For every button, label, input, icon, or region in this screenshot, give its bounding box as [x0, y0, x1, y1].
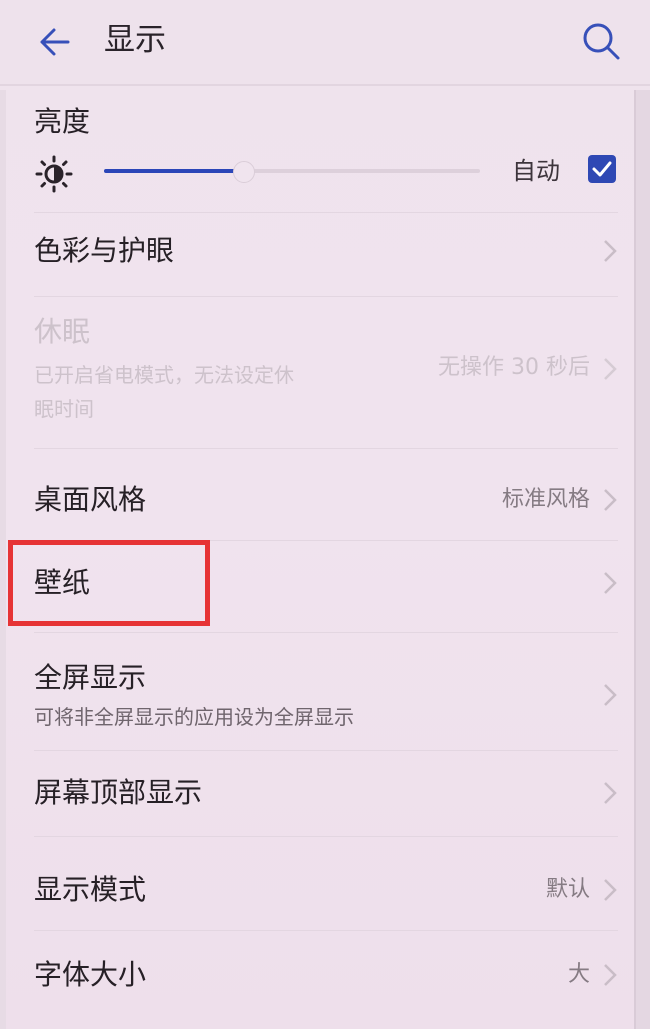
setting-item-label: 字体大小: [34, 958, 147, 991]
settings-screen: 显示 亮度 自动 色彩与护眼 休眠 已开启省电模式，无法设定休 眠时间 无操作 …: [0, 0, 650, 1029]
divider: [34, 296, 618, 297]
setting-item-label: 色彩与护眼: [34, 234, 175, 267]
setting-item-value: 标准风格: [501, 487, 590, 512]
chevron-right-icon: [604, 572, 617, 594]
sun-icon: [35, 155, 73, 193]
divider: [34, 632, 618, 633]
setting-item-label: 休眠: [34, 315, 91, 348]
brightness-label: 亮度: [34, 105, 91, 138]
page-title: 显示: [104, 22, 166, 58]
divider: [34, 448, 618, 449]
divider: [34, 836, 618, 837]
setting-item-subtitle: 已开启省电模式，无法设定休: [34, 363, 294, 387]
auto-brightness-checkbox[interactable]: [588, 155, 616, 183]
chevron-right-icon: [604, 684, 617, 706]
setting-item-value: 默认: [545, 877, 590, 902]
setting-item-subtitle: 可将非全屏显示的应用设为全屏显示: [34, 705, 354, 729]
app-bar: 显示: [0, 0, 650, 86]
setting-item-value: 大: [567, 962, 590, 987]
divider: [34, 750, 618, 751]
chevron-right-icon: [604, 782, 617, 804]
brightness-slider-fill: [104, 169, 243, 173]
setting-item-label: 全屏显示: [34, 661, 147, 694]
arrow-left-icon[interactable]: [32, 22, 72, 62]
auto-brightness-label: 自动: [512, 157, 560, 185]
setting-item-label: 显示模式: [34, 873, 147, 906]
setting-item-value: 无操作 30 秒后: [438, 355, 590, 380]
divider: [34, 930, 618, 931]
brightness-slider-thumb[interactable]: [233, 161, 255, 183]
chevron-right-icon: [604, 879, 617, 901]
chevron-right-icon: [604, 240, 617, 262]
setting-item-label: 桌面风格: [34, 483, 147, 516]
search-icon[interactable]: [580, 20, 622, 62]
scrollbar-track: [634, 90, 650, 1029]
chevron-right-icon: [604, 964, 617, 986]
setting-item-label: 屏幕顶部显示: [34, 776, 203, 809]
chevron-right-icon: [604, 358, 617, 380]
brightness-slider[interactable]: [104, 161, 480, 183]
checkmark-icon: [592, 161, 612, 177]
setting-item-subtitle: 眠时间: [34, 397, 94, 421]
chevron-right-icon: [604, 489, 617, 511]
highlight-annotation-box: [8, 540, 210, 626]
divider: [34, 212, 618, 213]
left-bezel: [0, 90, 6, 1029]
